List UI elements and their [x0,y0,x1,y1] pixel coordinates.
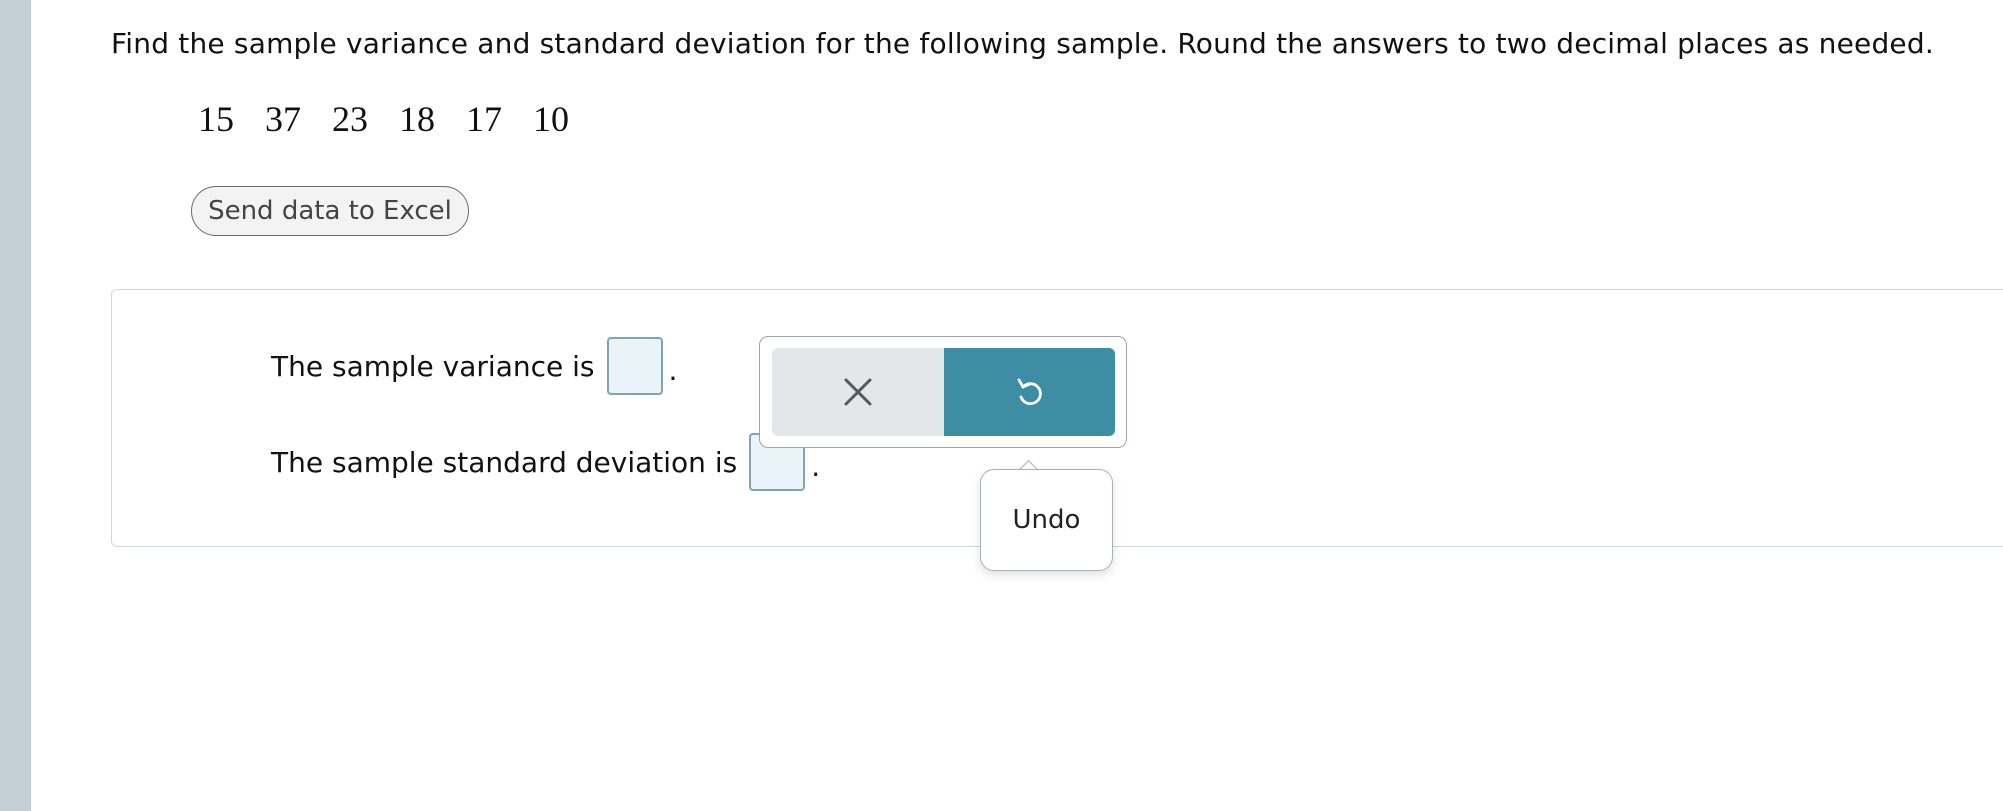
variance-label: The sample variance is [271,349,595,383]
left-rail [0,0,31,811]
sample-value: 15 [198,99,234,139]
undo-button[interactable] [944,348,1115,436]
close-icon [844,378,872,406]
sample-data-row: 15 37 23 18 17 10 [198,97,600,141]
sample-value: 18 [399,99,435,139]
page: Find the sample variance and standard de… [0,0,2003,811]
answer-toolbar [759,336,1127,448]
sample-value: 10 [533,99,569,139]
send-data-to-excel-button[interactable]: Send data to Excel [191,186,469,236]
undo-tooltip: Undo [980,469,1113,571]
clear-button[interactable] [772,348,944,436]
variance-answer-line: The sample variance is . [271,337,677,395]
variance-period: . [668,354,678,387]
sample-value: 37 [265,99,301,139]
std-dev-answer-line: The sample standard deviation is . [271,433,820,491]
variance-input[interactable] [606,337,663,395]
std-dev-period: . [811,450,821,483]
std-dev-label: The sample standard deviation is [271,445,738,479]
undo-icon [1017,378,1042,406]
sample-value: 23 [332,99,368,139]
sample-value: 17 [466,99,502,139]
question-text: Find the sample variance and standard de… [111,27,1934,60]
